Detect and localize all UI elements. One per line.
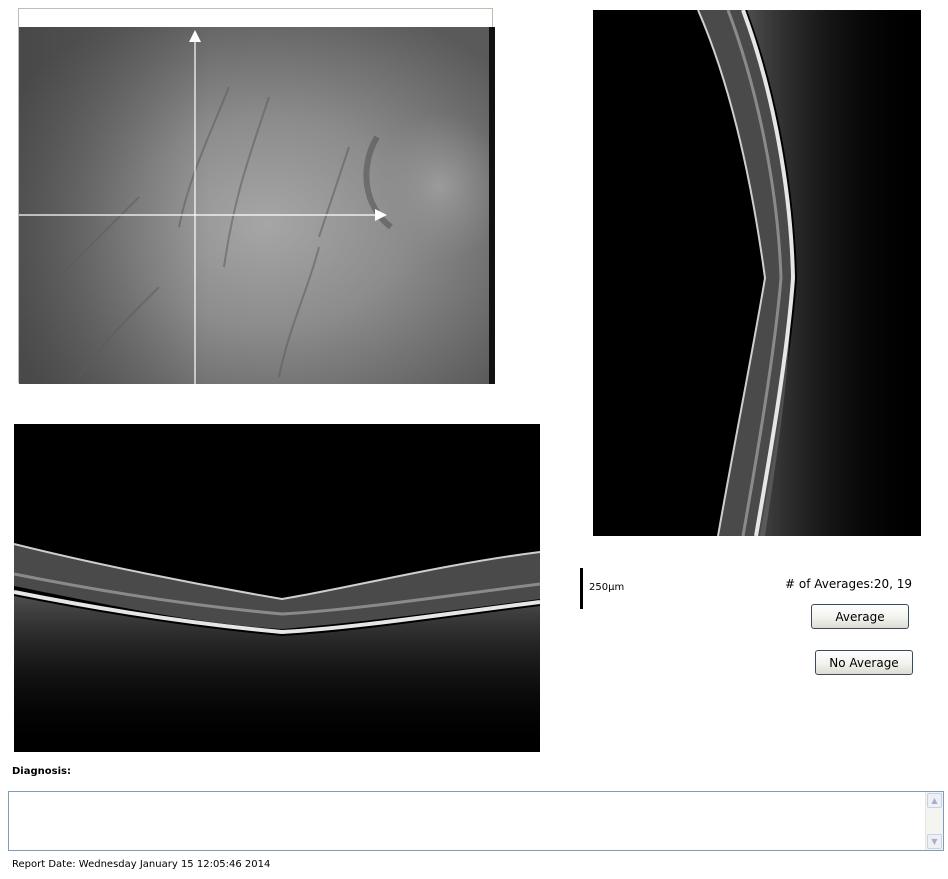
fundus-image-panel [18,8,495,384]
scale-bar [580,568,583,609]
scroll-up-arrow-icon[interactable]: ▲ [927,793,942,808]
no-average-button[interactable]: No Average [815,650,913,675]
average-button[interactable]: Average [811,604,909,629]
averages-count-label: # of Averages:20, 19 [785,577,912,591]
oct-vertical-scan[interactable] [593,10,921,536]
scroll-down-arrow-icon[interactable]: ▼ [927,834,942,849]
fundus-image[interactable] [19,27,495,384]
oct-horizontal-scan[interactable] [14,424,540,752]
diagnosis-textarea[interactable] [9,792,925,850]
diagnosis-label: Diagnosis: [12,766,71,777]
diagnosis-field-container: ▲ ▼ [8,791,944,851]
scale-bar-label: 250µm [589,582,625,593]
diagnosis-scrollbar[interactable]: ▲ ▼ [925,792,943,850]
report-date: Report Date: Wednesday January 15 12:05:… [12,859,271,870]
